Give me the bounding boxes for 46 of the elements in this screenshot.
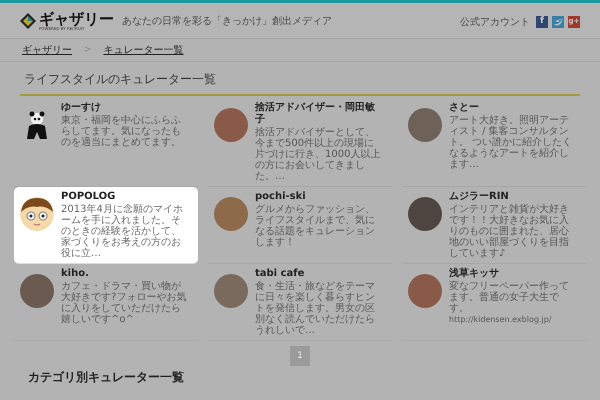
avatar-photo: [214, 274, 248, 308]
tagline: あなたの日常を彩る「きっかけ」創出メディア: [122, 14, 332, 28]
avatar-photo: [20, 274, 54, 308]
curator-name: pochi-ski: [255, 191, 307, 203]
curator-description: 2013年4月に念願のマイホームを手に入れました。そのときの経験を活かして、家づくりをお考えの方のお役に立…: [61, 204, 184, 259]
curator-name: 浅草キッサ: [449, 268, 500, 280]
curator-card[interactable]: tabi cafe 食・生活・旅などをテーマに日々を楽しく暮らすヒントを発信します。男女の区別なく読んでいただけたらうれしいで…: [208, 264, 392, 341]
curator-name: ゆーすけ: [61, 102, 102, 114]
curator-description: カフェ・ドラマ・買い物が大好きです?フォローやお気に入りをしていただけたら嬉しいです^o^: [61, 281, 188, 325]
curator-description: 捨活アドバイザーとして、今まで500件以上の現場に片づけに行き、1000人以上の方にお会いしてきました。…: [255, 127, 382, 182]
diamond-logo-icon: [20, 13, 36, 30]
twitter-link[interactable]: [552, 16, 564, 28]
section-title: カテゴリ別キュレーター一覧: [28, 370, 185, 384]
curator-description: アート大好き。照明アーティスト / 集客コンサルタント。 つい誰かに紹介したくなるようなアートを紹介します…: [449, 115, 574, 170]
curator-card[interactable]: 捨活アドバイザー・岡田敏子 捨活アドバイザーとして、今まで500件以上の現場に片づけに行き、1000人以上の方にお会いしてきました。…: [208, 98, 392, 187]
official-accounts-label: 公式アカウント: [460, 16, 530, 28]
curator-name: ムジラーRIN: [449, 191, 510, 203]
curator-description: 東京・福岡を中心にふらふらしてます。気になったものを適当にまとめてます。: [61, 115, 182, 148]
breadcrumb-link[interactable]: キュレーター一覧: [104, 43, 184, 57]
cartoon-face-icon: [20, 197, 54, 231]
curator-card[interactable]: POPOLOG 2013年4月に念願のマイホームを手に入れました。そのときの経験を活かして、家づくりをお考えの方のお役に立…: [14, 187, 198, 264]
logo-text: ギャザリー: [39, 12, 114, 27]
curator-name: tabi cafe: [255, 268, 306, 280]
curator-url: http://kidensen.exblog.jp/: [449, 315, 552, 324]
curator-description: インテリアと雑貨が大好きです！！大好きなお気に入りのものに囲まれた、居心地のいい部屋づくりを目指しています♪: [449, 204, 570, 259]
facebook-link[interactable]: f: [536, 16, 548, 28]
curator-card[interactable]: kiho. カフェ・ドラマ・買い物が大好きです?フォローやお気に入りをしていただけたら嬉しいです^o^: [14, 264, 198, 341]
curator-name: POPOLOG: [61, 191, 116, 203]
curator-description: グルメからファッション、ライフスタイルまで、気になる話題をキュレーションします！: [255, 204, 376, 248]
curator-card[interactable]: pochi-ski グルメからファッション、ライフスタイルまで、気になる話題をキュレーションします！: [208, 187, 392, 264]
curator-name: さとー: [449, 102, 480, 114]
curator-name: kiho.: [61, 268, 90, 280]
avatar-photo: [408, 108, 442, 142]
breadcrumb-link[interactable]: ギャザリー: [22, 43, 72, 57]
curator-card[interactable]: 浅草キッサ 変なフリーペーパー作ってます。普通の女子大生です。 http://kidensen.exblog.jp/: [402, 264, 586, 341]
curator-name: 捨活アドバイザー・岡田敏子: [255, 102, 376, 126]
avatar-photo: [214, 197, 248, 231]
avatar-photo: [408, 274, 442, 308]
avatar-photo: [214, 108, 248, 142]
curator-description: 変なフリーペーパー作ってます。普通の女子大生です。: [449, 281, 570, 314]
section-title: ライフスタイルのキュレーター一覧: [20, 71, 580, 96]
avatar-photo: [408, 197, 442, 231]
curator-card[interactable]: ムジラーRIN インテリアと雑貨が大好きです！！大好きなお気に入りのものに囲まれた、居心地のいい部屋づくりを目指しています♪: [402, 187, 586, 264]
curator-card[interactable]: さとー アート大好き。照明アーティスト / 集客コンサルタント。 つい誰かに紹介したくなるようなアートを紹介します…: [402, 98, 586, 187]
breadcrumb-separator: >: [84, 45, 92, 55]
curator-description: 食・生活・旅などをテーマに日々を楽しく暮らすヒントを発信します。男女の区別なく読んでいただけたらうれしいで…: [255, 281, 376, 336]
